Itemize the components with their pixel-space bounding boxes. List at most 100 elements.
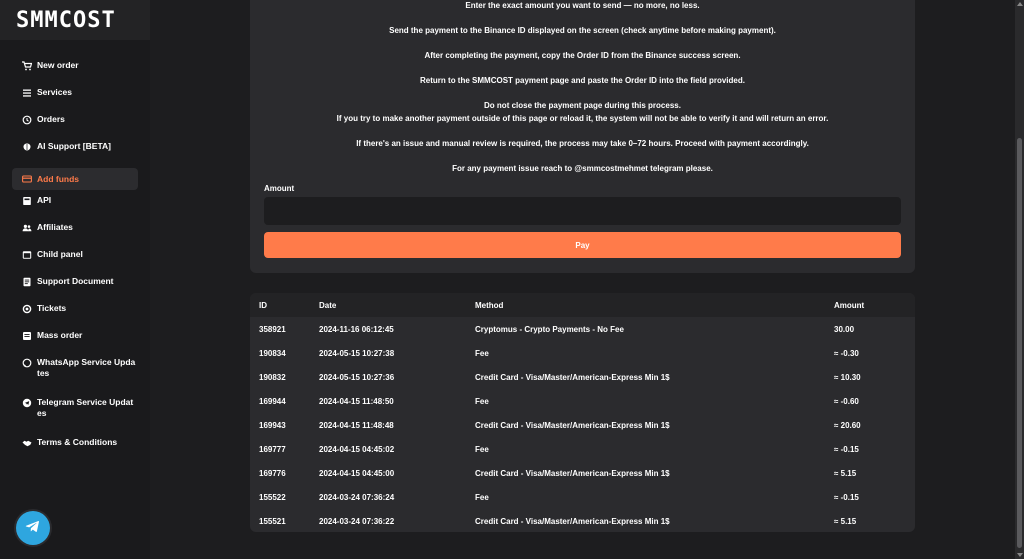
scrollbar-thumb[interactable] [1017,138,1022,548]
table-row: 358921 2024-11-16 06:12:45 Cryptomus - C… [250,317,915,341]
sidebar-item-telegram-updates[interactable]: Telegram Service Updat es [0,397,150,437]
cell-amount: ≈ -0.60 [834,396,859,406]
cell-date: 2024-04-15 11:48:48 [319,420,394,430]
sidebar-item-label: Orders [37,114,65,124]
cell-method: Credit Card - Visa/Master/American-Expre… [475,468,670,478]
window-icon [22,250,32,260]
sidebar-item-new-order[interactable]: New order [0,60,150,87]
cell-id: 358921 [259,324,286,334]
table-row: 169944 2024-04-15 11:48:50 Fee ≈ -0.60 [250,389,915,413]
add-funds-panel: Enter the exact amount you want to send … [250,0,915,273]
logo[interactable]: SMMCOST [0,0,150,40]
cell-id: 190832 [259,372,286,382]
sidebar-item-child-panel[interactable]: Child panel [0,249,150,276]
table-body: 358921 2024-11-16 06:12:45 Cryptomus - C… [250,317,915,532]
cell-date: 2024-05-15 10:27:36 [319,372,395,382]
cell-method: Fee [475,492,489,502]
sidebar-item-whatsapp-updates[interactable]: WhatsApp Service Upda tes [0,357,150,397]
sidebar-item-affiliates[interactable]: Affiliates [0,222,150,249]
amount-input[interactable] [264,197,901,225]
cell-method: Credit Card - Visa/Master/American-Expre… [475,420,670,430]
cell-id: 169943 [259,420,286,430]
cart-icon [22,61,32,71]
cell-amount: ≈ 5.15 [834,516,857,526]
page-scrollbar[interactable] [1015,0,1024,559]
sidebar-item-label: AI Support [BETA] [37,141,111,151]
sidebar-item-orders[interactable]: Orders [0,114,150,141]
cell-method: Fee [475,348,489,358]
cell-date: 2024-11-16 06:12:45 [319,324,394,334]
amount-label: Amount [264,184,295,193]
cell-id: 169777 [259,444,286,454]
instruction-line: For any payment issue reach to @smmcostm… [452,164,713,173]
instruction-line: Enter the exact amount you want to send … [465,1,700,10]
instruction-line: Return to the SMMCOST payment page and p… [420,76,745,85]
book-icon [22,196,32,206]
cell-date: 2024-04-15 04:45:00 [319,468,395,478]
table-row: 169943 2024-04-15 11:48:48 Credit Card -… [250,413,915,437]
table-row: 169776 2024-04-15 04:45:00 Credit Card -… [250,461,915,485]
telegram-chat-button[interactable] [16,511,50,545]
document-icon [22,277,32,287]
header-date: Date [319,300,337,310]
header-amount: Amount [834,300,865,310]
table-row: 155521 2024-03-24 07:36:22 Credit Card -… [250,509,915,532]
sidebar-item-label: API [37,195,52,205]
sidebar-item-add-funds[interactable]: Add funds [12,168,138,190]
table-header: ID Date Method Amount [250,293,915,317]
cell-date: 2024-04-15 11:48:50 [319,396,394,406]
instruction-line: Do not close the payment page during thi… [484,101,681,110]
sidebar-item-label: Mass order [37,330,83,340]
instruction-line: If there's an issue and manual review is… [356,139,809,148]
sidebar-item-label: New order [37,60,79,70]
cell-method: Fee [475,396,489,406]
scroll-down-arrow-icon[interactable] [1017,553,1023,557]
cell-amount: ≈ 20.60 [834,420,861,430]
history-icon [22,115,32,125]
sidebar-item-label: Terms & Conditions [37,437,118,447]
instruction-line: After completing the payment, copy the O… [424,51,741,60]
cell-date: 2024-03-24 07:36:22 [319,516,395,526]
cell-date: 2024-05-15 10:27:38 [319,348,395,358]
table-row: 169777 2024-04-15 04:45:02 Fee ≈ -0.15 [250,437,915,461]
table-row: 190832 2024-05-15 10:27:36 Credit Card -… [250,365,915,389]
sidebar-item-mass-order[interactable]: Mass order [0,330,150,357]
cell-date: 2024-04-15 04:45:02 [319,444,395,454]
cell-id: 155522 [259,492,286,502]
brain-icon [22,142,32,152]
scroll-up-arrow-icon[interactable] [1017,2,1023,6]
whatsapp-icon [22,358,32,368]
cell-method: Cryptomus - Crypto Payments - No Fee [475,324,624,334]
cell-amount: 30.00 [834,324,855,334]
ticket-icon [22,304,32,314]
header-id: ID [259,300,267,310]
table-row: 155522 2024-03-24 07:36:24 Fee ≈ -0.15 [250,485,915,509]
cell-date: 2024-03-24 07:36:24 [319,492,395,502]
sidebar-item-terms[interactable]: Terms & Conditions [0,437,150,464]
cell-method: Credit Card - Visa/Master/American-Expre… [475,516,670,526]
sidebar-item-ai-support[interactable]: AI Support [BETA] [0,141,150,168]
sidebar-item-label: WhatsApp Service Upda tes [37,357,136,378]
cell-amount: ≈ -0.15 [834,492,859,502]
sidebar-item-label: Services [37,87,72,97]
cell-id: 155521 [259,516,286,526]
header-method: Method [475,300,504,310]
payment-history-table: ID Date Method Amount 358921 2024-11-16 … [250,293,915,532]
handshake-icon [22,438,32,448]
cell-method: Fee [475,444,489,454]
cell-id: 169776 [259,468,286,478]
sidebar-item-services[interactable]: Services [0,87,150,114]
sidebar-item-support-document[interactable]: Support Document [0,276,150,303]
instruction-line: If you try to make another payment outsi… [336,114,829,123]
sidebar-item-label: Tickets [37,303,67,313]
pay-button[interactable]: Pay [264,232,901,258]
cell-amount: ≈ -0.15 [834,444,859,454]
sidebar-item-tickets[interactable]: Tickets [0,303,150,330]
sidebar-item-api[interactable]: API [0,195,150,222]
sidebar-nav: New order Services Orders AI Support [BE… [0,40,150,464]
table-row: 190834 2024-05-15 10:27:38 Fee ≈ -0.30 [250,341,915,365]
sidebar-item-label: Child panel [37,249,83,259]
telegram-icon [22,398,32,408]
mass-order-icon [22,331,32,341]
cell-amount: ≈ 5.15 [834,468,857,478]
